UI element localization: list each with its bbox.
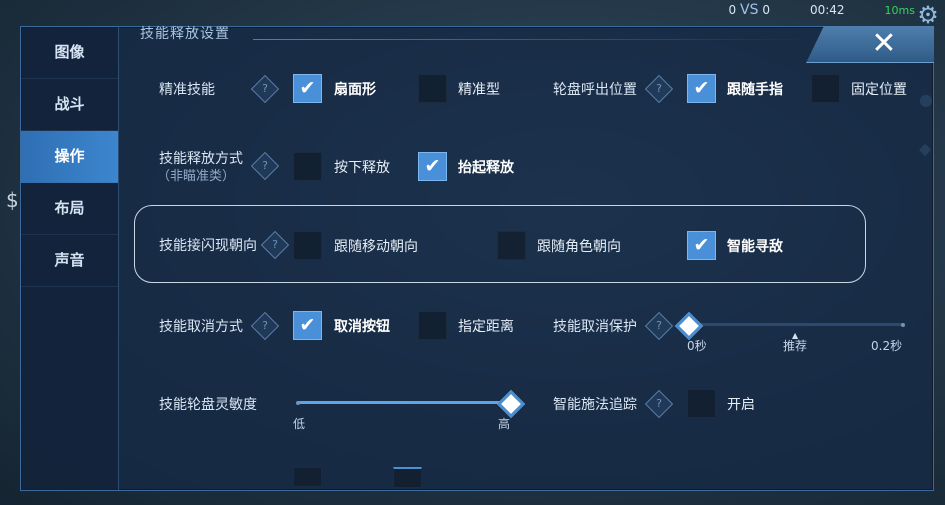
- option-follow-character-label: 跟随角色朝向: [537, 239, 621, 255]
- settings-sidebar: 图像 战斗 操作 布局 声音: [21, 27, 119, 490]
- option-specified-distance-label: 指定距离: [458, 319, 514, 335]
- option-fixed-position-label: 固定位置: [851, 82, 907, 98]
- cancel-protect-recommended: 推荐: [783, 339, 808, 353]
- option-lift-release-label: 抬起释放: [458, 160, 514, 176]
- checkbox-next-row[interactable]: [293, 467, 322, 487]
- option-smart-target-label: 智能寻敌: [727, 239, 783, 255]
- help-icon[interactable]: ?: [644, 311, 674, 341]
- checkbox-precise[interactable]: [418, 74, 447, 103]
- match-time: 00:42: [809, 3, 845, 17]
- checkbox-follow-finger[interactable]: [687, 74, 716, 103]
- section-title: 技能释放设置: [140, 26, 230, 42]
- wheel-sensitivity-handle[interactable]: [496, 389, 526, 419]
- gear-icon[interactable]: ⚙: [915, 2, 941, 28]
- option-precise-label: 精准型: [458, 82, 500, 98]
- tab-layout[interactable]: 布局: [21, 183, 118, 235]
- option-smart-tracking-label: 开启: [727, 397, 755, 413]
- settings-panel: 图像 战斗 操作 布局 声音 技能释放设置 ✕ 精准技能 ? 扇面形 精准型 轮…: [20, 26, 934, 491]
- smart-tracking-label: 智能施法追踪: [553, 397, 637, 413]
- wheel-sensitivity-max: 高: [498, 417, 511, 431]
- cancel-protect-slider-handle[interactable]: [674, 311, 704, 341]
- tab-controls[interactable]: 操作: [21, 131, 118, 183]
- help-icon[interactable]: ?: [250, 311, 280, 341]
- checkbox-smart-tracking[interactable]: [687, 389, 716, 418]
- tab-sound[interactable]: 声音: [21, 235, 118, 287]
- precise-skill-label: 精准技能: [159, 82, 215, 98]
- close-button[interactable]: ✕: [869, 29, 899, 59]
- checkbox-follow-character[interactable]: [497, 231, 526, 260]
- release-mode-sublabel: （非瞄准类）: [157, 169, 236, 184]
- game-status-bar: 0 VS 0 00:42 10ms: [729, 2, 915, 18]
- option-sector-label: 扇面形: [334, 82, 376, 98]
- wheel-sensitivity-label: 技能轮盘灵敏度: [159, 397, 257, 413]
- cancel-protect-slider[interactable]: [687, 323, 903, 326]
- checkbox-specified-distance[interactable]: [418, 311, 447, 340]
- checkbox-lift-release[interactable]: [418, 152, 447, 181]
- option-cancel-button-label: 取消按钮: [334, 319, 390, 335]
- gold-icon: $: [6, 188, 19, 212]
- option-follow-finger-label: 跟随手指: [727, 82, 783, 98]
- help-icon[interactable]: ?: [644, 389, 674, 419]
- checkbox-sector[interactable]: [293, 74, 322, 103]
- cancel-protect-label: 技能取消保护: [553, 319, 637, 335]
- checkbox-follow-movement[interactable]: [293, 231, 322, 260]
- ping-indicator: 10ms: [884, 3, 915, 17]
- wheel-sensitivity-fill: [297, 401, 511, 404]
- option-press-release-label: 按下释放: [334, 160, 390, 176]
- checkbox-cancel-button[interactable]: [293, 311, 322, 340]
- option-follow-movement-label: 跟随移动朝向: [334, 239, 418, 255]
- slider-end-dot: [901, 323, 905, 327]
- help-icon[interactable]: ?: [644, 74, 674, 104]
- flash-direction-label: 技能接闪现朝向: [159, 238, 257, 254]
- cancel-mode-label: 技能取消方式: [159, 319, 243, 335]
- checkbox-smart-target[interactable]: [687, 231, 716, 260]
- checkbox-fixed-position[interactable]: [811, 74, 840, 103]
- help-icon[interactable]: ?: [250, 151, 280, 181]
- help-icon[interactable]: ?: [250, 74, 280, 104]
- cancel-protect-max: 0.2秒: [871, 339, 903, 353]
- cancel-protect-min: 0秒: [687, 339, 707, 353]
- slider-start-dot: [296, 401, 300, 405]
- title-divider: [253, 39, 813, 40]
- checkbox-next-row[interactable]: [393, 467, 422, 488]
- checkbox-press-release[interactable]: [293, 152, 322, 181]
- tab-combat[interactable]: 战斗: [21, 79, 118, 131]
- wheel-position-label: 轮盘呼出位置: [553, 82, 637, 98]
- wheel-sensitivity-min: 低: [293, 417, 306, 431]
- tab-graphics[interactable]: 图像: [21, 27, 118, 79]
- score-display: 0 VS 0: [728, 2, 770, 18]
